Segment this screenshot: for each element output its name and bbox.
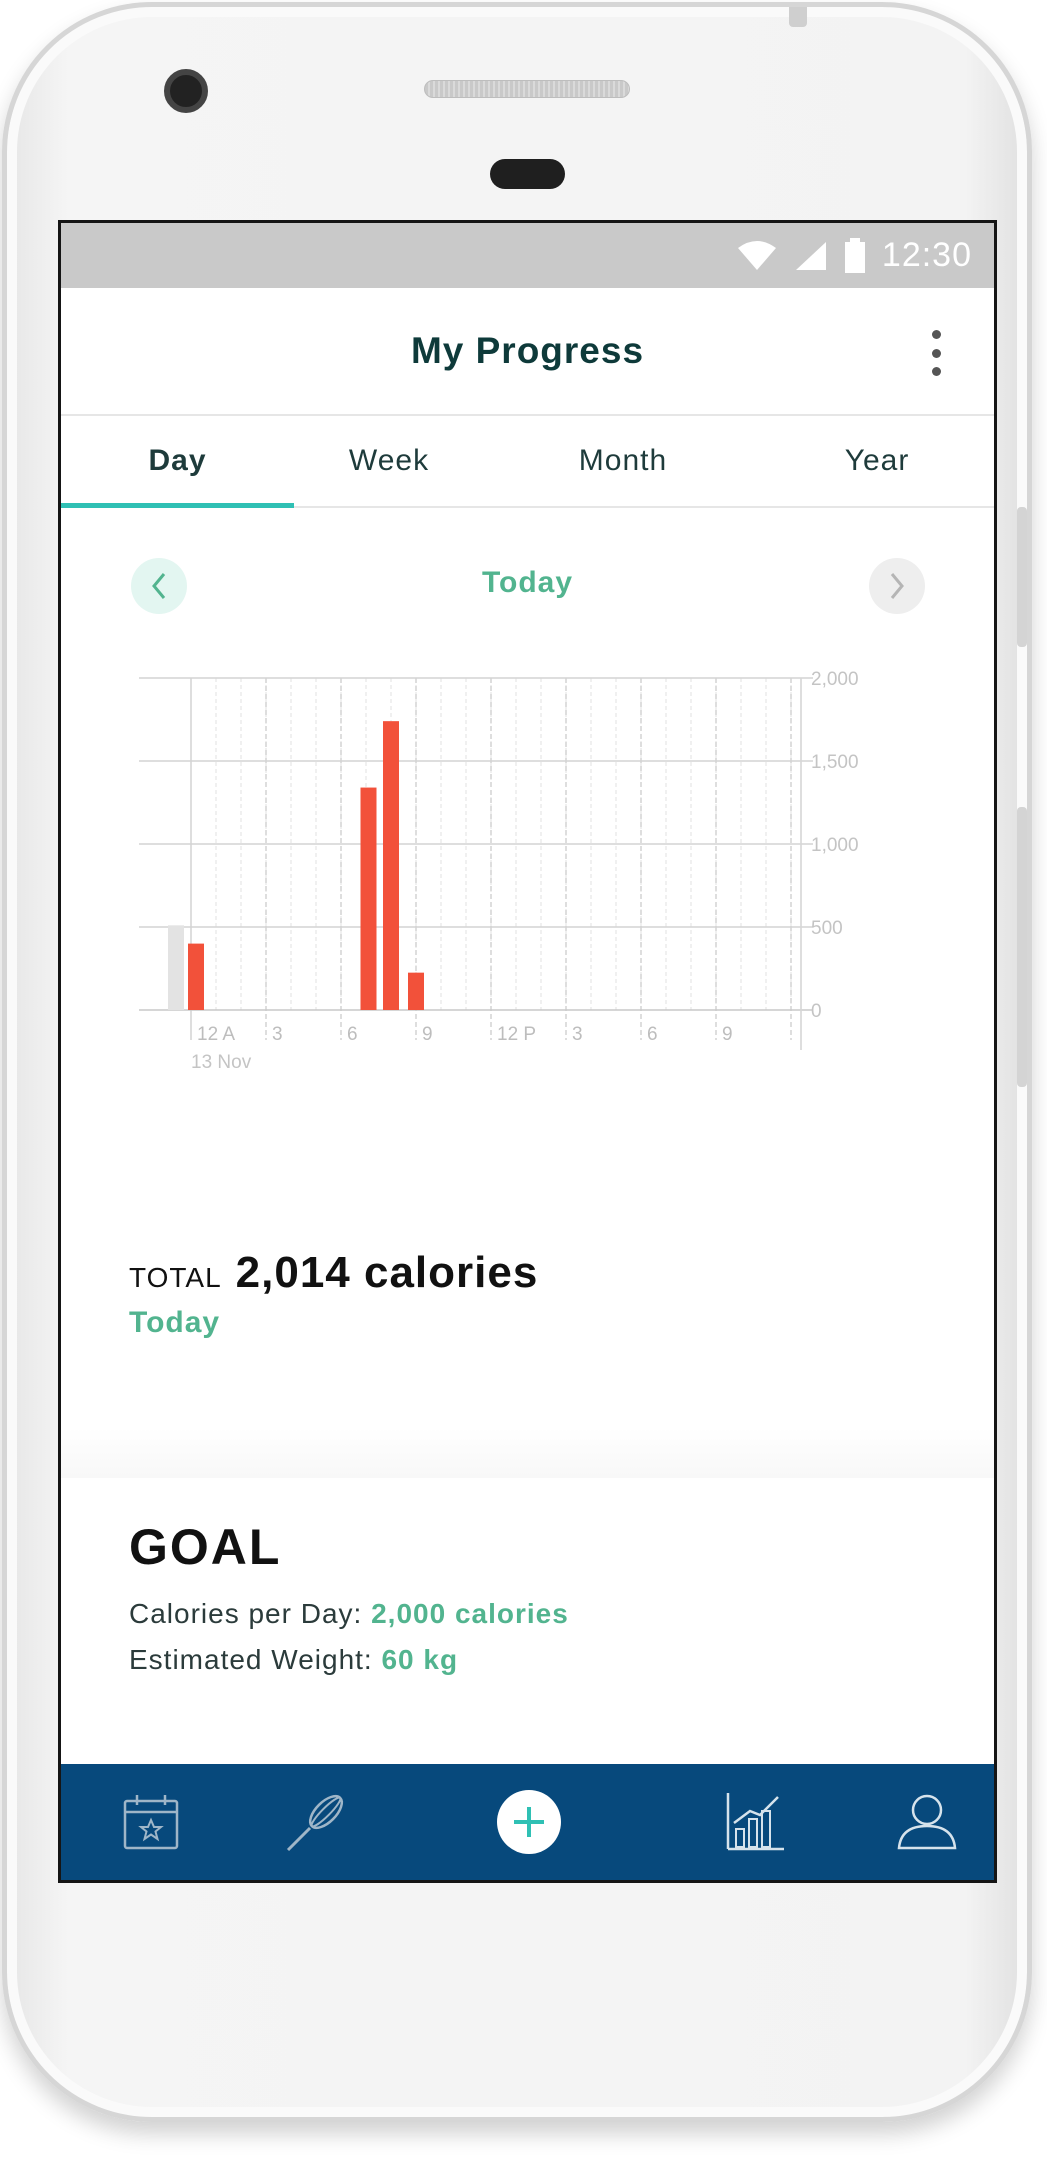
goal-section: GOAL Calories per Day: 2,000 calories Es… (61, 1478, 994, 1676)
goal-weight-label: Estimated Weight: (129, 1644, 373, 1675)
x-sub-label: 13 Nov (191, 1052, 252, 1073)
total-summary: TOTAL 2,014 calories Today (61, 1248, 994, 1428)
goal-title: GOAL (129, 1519, 282, 1575)
nav-recipes[interactable] (276, 1764, 356, 1880)
wifi-icon (736, 240, 778, 272)
screen: 12:30 My Progress Day Week Month Year To… (58, 220, 997, 1883)
x-tick-label: 12 P (497, 1024, 536, 1045)
bottom-navigation (61, 1764, 994, 1880)
profile-icon (897, 1794, 957, 1850)
more-vertical-icon[interactable] (928, 330, 944, 376)
nav-add[interactable] (494, 1764, 564, 1880)
calendar-star-icon (123, 1795, 179, 1850)
y-tick-label: 500 (811, 918, 843, 939)
x-tick-label: 9 (422, 1024, 433, 1045)
period-tabs: Day Week Month Year (61, 416, 994, 508)
chevron-right-icon (890, 573, 904, 599)
phone-frame: 12:30 My Progress Day Week Month Year To… (2, 2, 1032, 2122)
goal-calories-row: Calories per Day: 2,000 calories (129, 1598, 994, 1630)
earpiece-speaker (424, 80, 630, 98)
x-tick-label: 6 (347, 1024, 358, 1045)
goal-calories-value: 2,000 calories (371, 1598, 569, 1629)
period-label: Today (481, 566, 574, 599)
app-bar: My Progress (61, 288, 994, 416)
calorie-bar (360, 787, 377, 1010)
next-period-button[interactable] (869, 558, 925, 614)
tab-month[interactable]: Month (484, 416, 762, 506)
x-tick-label: 9 (722, 1024, 733, 1045)
add-icon (514, 1807, 544, 1837)
tab-day[interactable]: Day (61, 416, 294, 506)
x-tick-label: 12 A (197, 1024, 235, 1045)
goal-weight-row: Estimated Weight: 60 kg (129, 1644, 994, 1676)
section-divider (61, 1428, 994, 1478)
power-button (789, 7, 807, 27)
period-navigator: Today (61, 508, 994, 658)
calorie-bar (383, 721, 399, 1010)
total-value: 2,014 calories (235, 1248, 539, 1297)
tab-year[interactable]: Year (762, 416, 992, 506)
total-label: TOTAL (129, 1262, 222, 1293)
calorie-bar (188, 943, 204, 1010)
nav-calendar[interactable] (111, 1764, 191, 1880)
status-time: 12:30 (881, 236, 972, 274)
chart-svg: 2,000 1,500 1,000 500 0 12 A 3 6 9 12 P 3 6 9 13 Nov (139, 669, 859, 1073)
y-tick-label: 1,500 (811, 752, 859, 773)
side-button (1017, 807, 1027, 1087)
nav-progress[interactable] (715, 1764, 795, 1880)
y-tick-label: 1,000 (811, 835, 859, 856)
tab-week[interactable]: Week (294, 416, 484, 506)
chart-icon (726, 1793, 784, 1851)
add-button[interactable] (497, 1790, 561, 1854)
front-camera (164, 69, 208, 113)
signal-icon (794, 240, 828, 272)
page-title: My Progress (410, 330, 645, 371)
whisk-icon (286, 1794, 344, 1852)
x-tick-label: 3 (272, 1024, 283, 1045)
status-bar: 12:30 (61, 223, 994, 288)
nav-profile[interactable] (887, 1764, 967, 1880)
goal-calories-label: Calories per Day: (129, 1598, 363, 1629)
volume-button (1017, 507, 1027, 647)
battery-icon (844, 237, 866, 274)
calorie-bar (408, 972, 424, 1010)
goal-weight-value: 60 kg (381, 1644, 459, 1675)
total-period: Today (129, 1306, 221, 1339)
calorie-chart: 2,000 1,500 1,000 500 0 12 A 3 6 9 12 P 3 6 9 13 Nov (61, 658, 994, 1248)
x-tick-label: 6 (647, 1024, 658, 1045)
proximity-sensor (490, 159, 565, 189)
y-tick-label: 2,000 (811, 669, 859, 690)
y-tick-label: 0 (811, 1001, 822, 1022)
x-tick-label: 3 (572, 1024, 583, 1045)
previous-bar (168, 925, 184, 1010)
